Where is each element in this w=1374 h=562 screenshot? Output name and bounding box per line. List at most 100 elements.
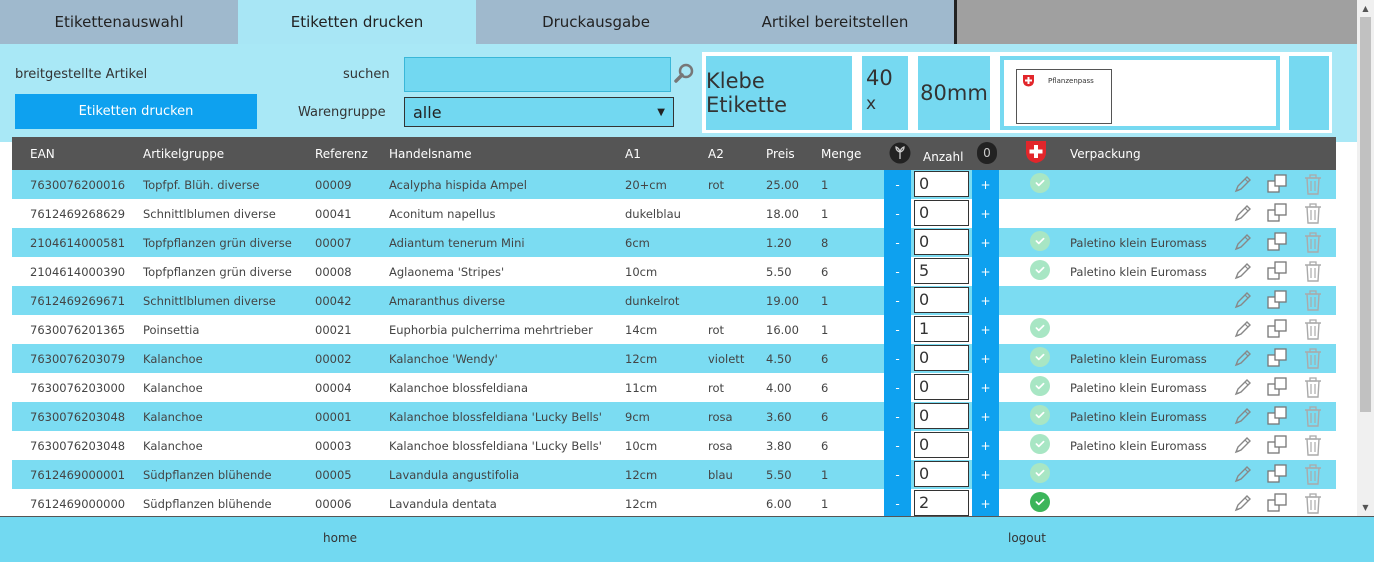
copy-icon[interactable] [1266,347,1288,369]
copy-icon[interactable] [1266,376,1288,398]
tab-etiketten-drucken[interactable]: Etiketten drucken [238,0,476,44]
count-input[interactable]: 0 [914,432,969,458]
count-input[interactable]: 0 [914,345,969,371]
table-row[interactable]: 7630076203000 Kalanchoe 00004 Kalanchoe blo… [12,373,1336,402]
table-row[interactable]: 7630076200016 Topfpf. Blüh. diverse 00009 A… [12,170,1336,199]
trash-icon[interactable] [1302,173,1324,195]
pencil-icon[interactable] [1232,202,1254,224]
copy-icon[interactable] [1266,289,1288,311]
copy-icon[interactable] [1266,202,1288,224]
table-row[interactable]: 7630076201365 Poinsettia 00021 Euphorbia pu… [12,315,1336,344]
table-row[interactable]: 2104614000390 Topfpflanzen grün diverse 00… [12,257,1336,286]
count-input[interactable]: 0 [914,287,969,313]
increment-button[interactable]: + [972,170,999,199]
trash-icon[interactable] [1302,260,1324,282]
col-count[interactable]: Anzahl [923,150,963,164]
increment-button[interactable]: + [972,286,999,315]
pencil-icon[interactable] [1232,318,1254,340]
trash-icon[interactable] [1302,347,1324,369]
table-row[interactable]: 7612469269671 Schnittlblumen diverse 00042… [12,286,1336,315]
decrement-button[interactable]: - [884,315,911,344]
increment-button[interactable]: + [972,373,999,402]
col-group[interactable]: Artikelgruppe [143,147,224,161]
pencil-icon[interactable] [1232,231,1254,253]
pencil-icon[interactable] [1232,347,1254,369]
col-a1[interactable]: A1 [625,147,641,161]
decrement-button[interactable]: - [884,373,911,402]
increment-button[interactable]: + [972,344,999,373]
scroll-up-arrow[interactable]: ▲ [1357,0,1374,17]
print-labels-button[interactable]: Etiketten drucken [15,94,257,129]
trash-icon[interactable] [1302,202,1324,224]
decrement-button[interactable]: - [884,199,911,228]
table-row[interactable]: 7630076203048 Kalanchoe 00001 Kalanchoe blo… [12,402,1336,431]
increment-button[interactable]: + [972,315,999,344]
count-input[interactable]: 0 [914,200,969,226]
trash-icon[interactable] [1302,405,1324,427]
table-row[interactable]: 7612469268629 Schnittlblumen diverse 00041… [12,199,1336,228]
trash-icon[interactable] [1302,318,1324,340]
col-packaging[interactable]: Verpackung [1070,147,1141,161]
trash-icon[interactable] [1302,376,1324,398]
trash-icon[interactable] [1302,434,1324,456]
count-input[interactable]: 0 [914,171,969,197]
col-ean[interactable]: EAN [30,147,55,161]
copy-icon[interactable] [1266,173,1288,195]
increment-button[interactable]: + [972,257,999,286]
trash-icon[interactable] [1302,289,1324,311]
search-icon[interactable] [673,62,695,84]
table-row[interactable]: 7630076203079 Kalanchoe 00002 Kalanchoe 'We… [12,344,1336,373]
col-a2[interactable]: A2 [708,147,724,161]
decrement-button[interactable]: - [884,286,911,315]
table-row[interactable]: 7612469000001 Südpflanzen blühende 00005 La… [12,460,1336,489]
increment-button[interactable]: + [972,460,999,489]
pencil-icon[interactable] [1232,376,1254,398]
decrement-button[interactable]: - [884,344,911,373]
count-input[interactable]: 2 [914,490,969,516]
count-input[interactable]: 0 [914,229,969,255]
decrement-button[interactable]: - [884,228,911,257]
increment-button[interactable]: + [972,199,999,228]
decrement-button[interactable]: - [884,257,911,286]
count-input[interactable]: 0 [914,461,969,487]
increment-button[interactable]: + [972,402,999,431]
table-row[interactable]: 7630076203048 Kalanchoe 00003 Kalanchoe blo… [12,431,1336,460]
increment-button[interactable]: + [972,228,999,257]
pencil-icon[interactable] [1232,492,1254,514]
tab-druckausgabe[interactable]: Druckausgabe [476,0,716,44]
tab-artikel-bereitstellen[interactable]: Artikel bereitstellen [716,0,954,44]
pencil-icon[interactable] [1232,289,1254,311]
decrement-button[interactable]: - [884,170,911,199]
home-link[interactable]: home [323,531,357,545]
copy-icon[interactable] [1266,434,1288,456]
copy-icon[interactable] [1266,492,1288,514]
table-row[interactable]: 2104614000581 Topfpflanzen grün diverse 00… [12,228,1336,257]
trash-icon[interactable] [1302,231,1324,253]
col-qty[interactable]: Menge [821,147,861,161]
pencil-icon[interactable] [1232,260,1254,282]
copy-icon[interactable] [1266,231,1288,253]
decrement-button[interactable]: - [884,431,911,460]
count-input[interactable]: 0 [914,403,969,429]
copy-icon[interactable] [1266,318,1288,340]
decrement-button[interactable]: - [884,402,911,431]
copy-icon[interactable] [1266,463,1288,485]
col-ref[interactable]: Referenz [315,147,368,161]
logout-link[interactable]: logout [1008,531,1046,545]
decrement-button[interactable]: - [884,460,911,489]
pencil-icon[interactable] [1232,463,1254,485]
trash-icon[interactable] [1302,463,1324,485]
count-input[interactable]: 1 [914,316,969,342]
scroll-thumb[interactable] [1360,17,1371,412]
scrollbar[interactable]: ▲ ▼ [1357,0,1374,516]
increment-button[interactable]: + [972,489,999,516]
col-price[interactable]: Preis [766,147,795,161]
col-name[interactable]: Handelsname [389,147,472,161]
group-select[interactable]: alle ▼ [404,97,674,127]
pencil-icon[interactable] [1232,173,1254,195]
scroll-down-arrow[interactable]: ▼ [1357,499,1374,516]
increment-button[interactable]: + [972,431,999,460]
pencil-icon[interactable] [1232,405,1254,427]
count-input[interactable]: 0 [914,374,969,400]
trash-icon[interactable] [1302,492,1324,514]
